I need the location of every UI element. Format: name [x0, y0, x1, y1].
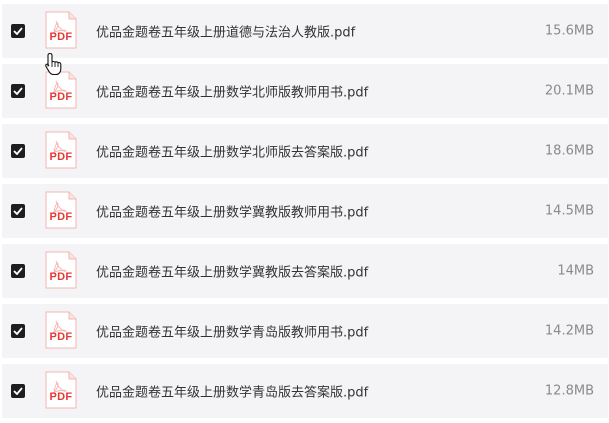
file-size: 14.5MB: [544, 203, 594, 219]
pdf-label: PDF: [49, 151, 73, 163]
pdf-label: PDF: [49, 31, 73, 43]
file-row[interactable]: PDF 优品金题卷五年级上册道德与法治人教版.pdf 15.6MB: [2, 4, 608, 58]
pdf-file-icon: PDF: [45, 131, 77, 169]
file-name[interactable]: 优品金题卷五年级上册道德与法治人教版.pdf: [96, 22, 355, 41]
pdf-label: PDF: [49, 391, 73, 403]
checkbox-checked[interactable]: [11, 204, 25, 218]
pdf-file-icon: PDF: [45, 11, 77, 49]
checkbox-checked[interactable]: [11, 384, 25, 398]
pdf-file-icon: PDF: [45, 311, 77, 349]
file-size: 15.6MB: [544, 23, 594, 39]
pdf-label: PDF: [49, 271, 73, 283]
checkbox-checked[interactable]: [11, 264, 25, 278]
file-row[interactable]: PDF 优品金题卷五年级上册数学青岛版教师用书.pdf 14.2MB: [2, 304, 608, 358]
checkbox-checked[interactable]: [11, 24, 25, 38]
pdf-label: PDF: [49, 91, 73, 103]
pdf-file-icon: PDF: [45, 191, 77, 229]
pdf-file-icon: PDF: [45, 251, 77, 289]
hand-pointer-icon: [44, 52, 64, 76]
file-row[interactable]: PDF 优品金题卷五年级上册数学青岛版去答案版.pdf 12.8MB: [2, 364, 608, 418]
file-name[interactable]: 优品金题卷五年级上册数学青岛版教师用书.pdf: [96, 322, 368, 341]
file-list: PDF 优品金题卷五年级上册道德与法治人教版.pdf 15.6MB PDF 优品…: [0, 0, 609, 423]
file-name[interactable]: 优品金题卷五年级上册数学冀教版教师用书.pdf: [96, 202, 368, 221]
file-row[interactable]: PDF 优品金题卷五年级上册数学冀教版去答案版.pdf 14MB: [2, 244, 608, 298]
file-name[interactable]: 优品金题卷五年级上册数学北师版去答案版.pdf: [96, 142, 368, 161]
file-size: 12.8MB: [544, 383, 594, 399]
file-size: 20.1MB: [544, 83, 594, 99]
pdf-file-icon: PDF: [45, 71, 77, 109]
pdf-label: PDF: [49, 211, 73, 223]
file-size: 14MB: [557, 263, 594, 279]
file-name[interactable]: 优品金题卷五年级上册数学冀教版去答案版.pdf: [96, 262, 368, 281]
pdf-label: PDF: [49, 331, 73, 343]
checkbox-checked[interactable]: [11, 144, 25, 158]
pdf-file-icon: PDF: [45, 371, 77, 409]
file-row[interactable]: PDF 优品金题卷五年级上册数学冀教版教师用书.pdf 14.5MB: [2, 184, 608, 238]
file-row[interactable]: PDF 优品金题卷五年级上册数学北师版教师用书.pdf 20.1MB: [2, 64, 608, 118]
file-name[interactable]: 优品金题卷五年级上册数学北师版教师用书.pdf: [96, 82, 368, 101]
checkbox-checked[interactable]: [11, 324, 25, 338]
file-size: 18.6MB: [544, 143, 594, 159]
file-row[interactable]: PDF 优品金题卷五年级上册数学北师版去答案版.pdf 18.6MB: [2, 124, 608, 178]
file-name[interactable]: 优品金题卷五年级上册数学青岛版去答案版.pdf: [96, 382, 368, 401]
file-size: 14.2MB: [544, 323, 594, 339]
checkbox-checked[interactable]: [11, 84, 25, 98]
